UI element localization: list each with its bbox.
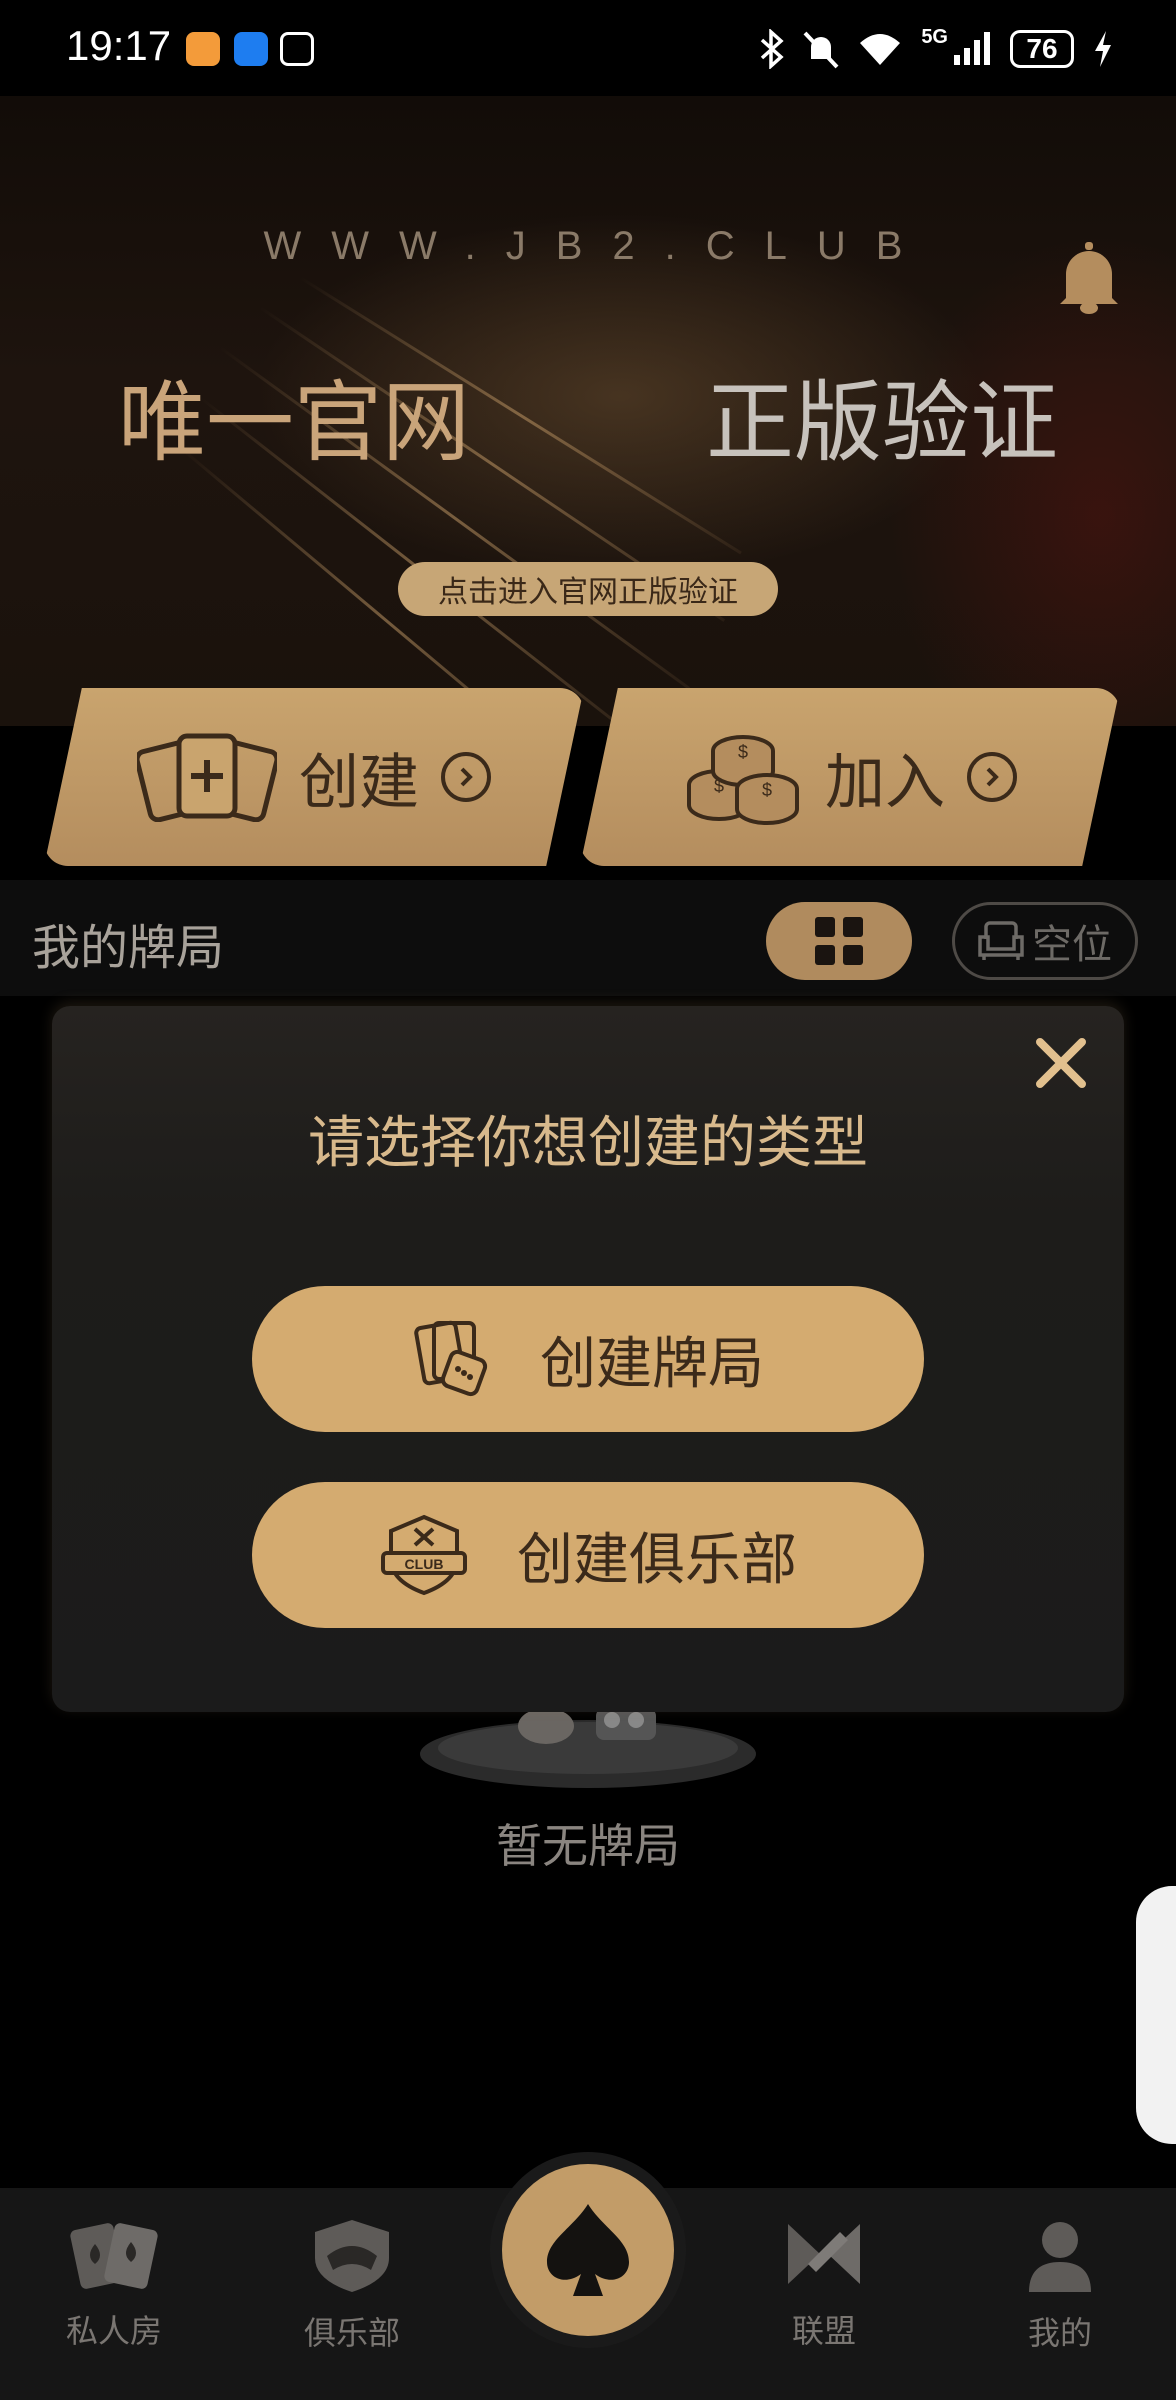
promo-banner[interactable]: WWW.JB2.CLUB 唯一官网 正版验证 点击进入官网正版验证 bbox=[0, 96, 1176, 726]
sofa-icon bbox=[978, 921, 1024, 960]
coins-icon: $ $ $ bbox=[687, 735, 799, 825]
app-notification-icon-orange bbox=[186, 32, 220, 66]
spade-icon bbox=[547, 2204, 629, 2296]
nav-label: 我的 bbox=[1027, 2314, 1092, 2352]
network-type: 5G bbox=[921, 26, 948, 48]
create-type-dialog: 请选择你想创建的类型 创建牌局 CLUB 创建俱乐部 bbox=[52, 1006, 1124, 1712]
close-icon[interactable] bbox=[1032, 1034, 1090, 1092]
status-time: 19:17 bbox=[66, 22, 172, 69]
wifi-icon bbox=[860, 34, 901, 65]
nav-label: 私人房 bbox=[65, 2312, 162, 2350]
my-games-header: 我的牌局 空位 bbox=[0, 880, 1176, 996]
nav-label: 俱乐部 bbox=[303, 2314, 400, 2352]
my-games-title: 我的牌局 bbox=[32, 920, 225, 976]
nfc-icon bbox=[280, 32, 314, 66]
profile-icon bbox=[1029, 2222, 1091, 2292]
create-game-button[interactable]: 创建牌局 bbox=[252, 1286, 924, 1432]
join-button[interactable]: $ $ $ 加入 bbox=[580, 688, 1120, 866]
banner-url: WWW.JB2.CLUB bbox=[263, 224, 933, 268]
cards-icon bbox=[70, 2223, 158, 2289]
club-badge-text: CLUB bbox=[405, 1556, 444, 1572]
nav-home-spade[interactable] bbox=[502, 2164, 674, 2336]
battery-indicator: 76 bbox=[1010, 30, 1074, 68]
cards-plus-icon bbox=[137, 733, 277, 822]
bluetooth-icon bbox=[761, 29, 784, 69]
official-verify-button[interactable]: 点击进入官网正版验证 bbox=[398, 562, 778, 616]
bottom-navigation: 私人房 俱乐部 联盟 我的 bbox=[0, 2164, 1176, 2400]
vacant-label: 空位 bbox=[1032, 922, 1112, 968]
empty-games-text: 暂无牌局 bbox=[496, 1819, 680, 1873]
cards-dice-icon bbox=[414, 1320, 488, 1397]
join-label: 加入 bbox=[825, 747, 945, 818]
svg-text:$: $ bbox=[714, 776, 724, 796]
app-notification-icon-blue bbox=[234, 32, 268, 66]
floating-side-tab[interactable] bbox=[1136, 1886, 1176, 2144]
create-label: 创建 bbox=[299, 747, 419, 818]
empty-table-illustration bbox=[420, 1708, 756, 1788]
alliance-icon bbox=[788, 2224, 860, 2284]
create-button[interactable]: 创建 bbox=[44, 688, 584, 866]
create-club-button[interactable]: CLUB 创建俱乐部 bbox=[252, 1482, 924, 1628]
status-indicators: 5G 76 bbox=[759, 26, 1114, 72]
status-bar: 19:17 5G 76 bbox=[0, 0, 1176, 96]
mute-icon bbox=[803, 31, 839, 69]
banner-left-title: 唯一官网 bbox=[118, 371, 471, 474]
chevron-right-icon bbox=[967, 752, 1017, 802]
create-club-label: 创建俱乐部 bbox=[517, 1527, 797, 1593]
create-game-label: 创建牌局 bbox=[540, 1331, 764, 1397]
nav-profile[interactable]: 我的 bbox=[970, 2218, 1150, 2354]
svg-text:$: $ bbox=[762, 780, 772, 800]
nav-alliance[interactable]: 联盟 bbox=[734, 2218, 914, 2352]
club-shield-icon bbox=[315, 2220, 389, 2292]
nav-club[interactable]: 俱乐部 bbox=[262, 2218, 442, 2354]
svg-text:$: $ bbox=[738, 742, 748, 762]
nav-private-room[interactable]: 私人房 bbox=[24, 2218, 204, 2352]
dialog-title: 请选择你想创建的类型 bbox=[308, 1111, 868, 1176]
vacant-seat-filter[interactable]: 空位 bbox=[952, 902, 1138, 980]
signal-icon bbox=[954, 32, 990, 65]
club-badge-icon: CLUB bbox=[381, 1514, 467, 1596]
grid-view-toggle[interactable] bbox=[766, 902, 912, 980]
nav-label: 联盟 bbox=[791, 2312, 856, 2350]
grid-icon bbox=[815, 917, 863, 965]
bell-icon[interactable] bbox=[1058, 242, 1120, 316]
banner-right-title: 正版验证 bbox=[706, 371, 1059, 474]
chevron-right-icon bbox=[441, 752, 491, 802]
charging-icon bbox=[1095, 31, 1111, 67]
